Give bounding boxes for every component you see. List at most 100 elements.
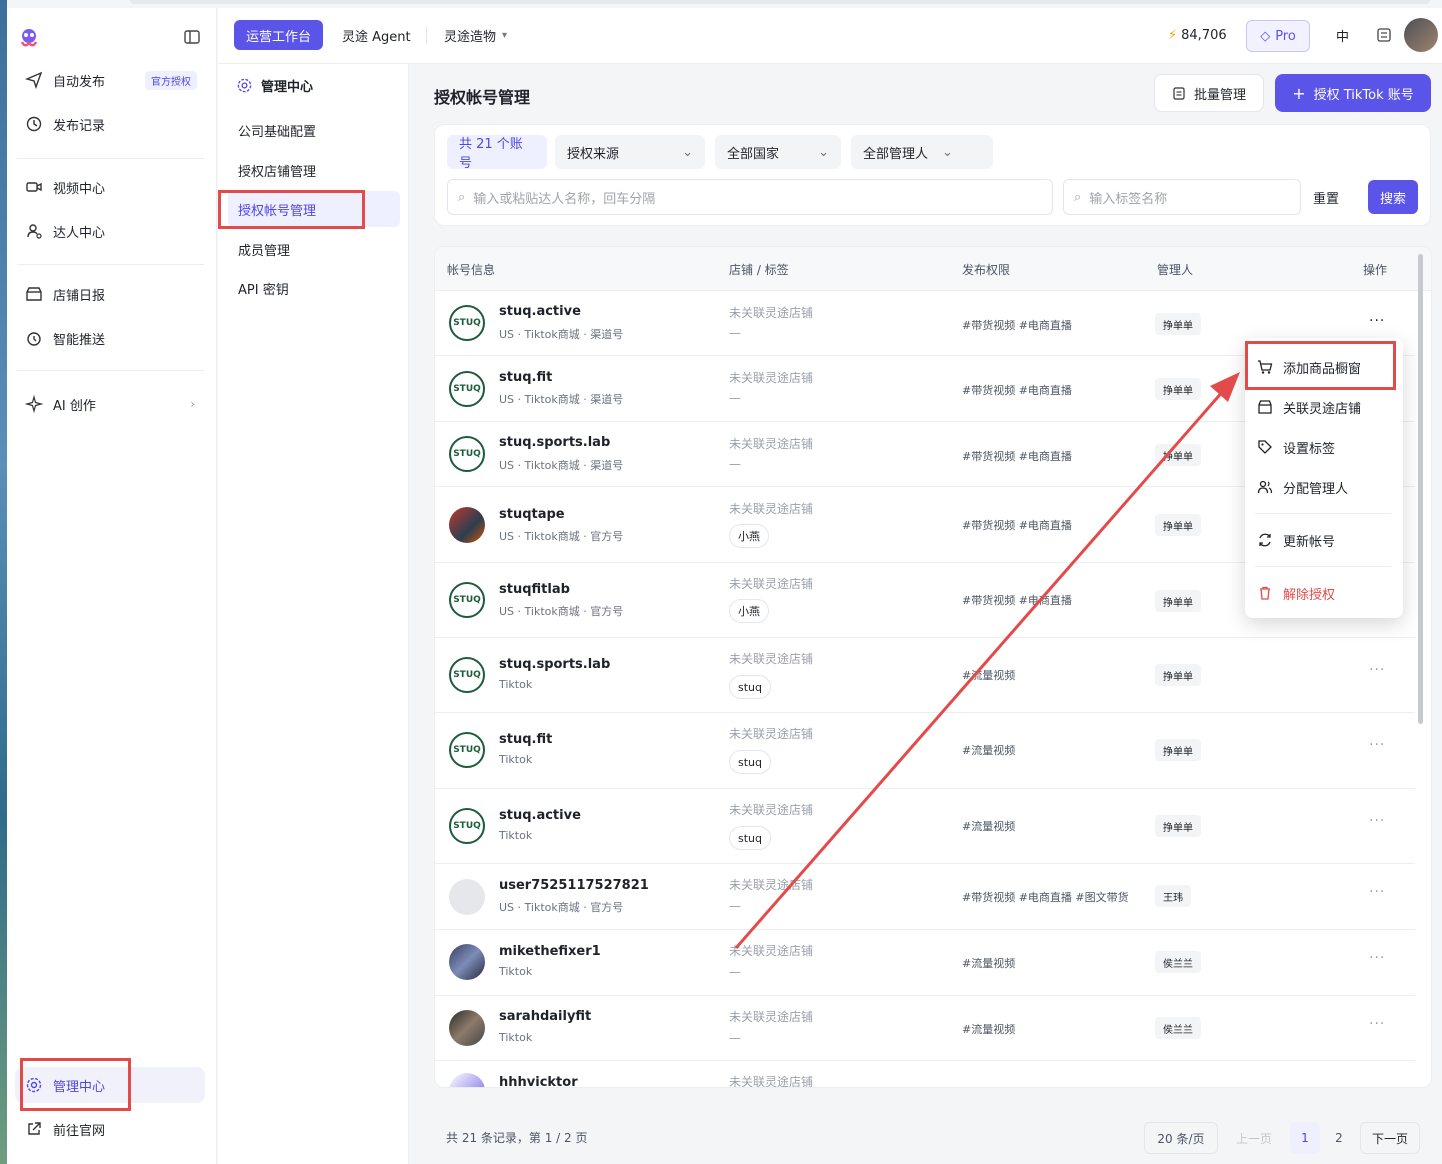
- reset-button[interactable]: 重置: [1313, 188, 1339, 207]
- nav-label: 管理中心: [53, 1079, 106, 1095]
- source-select[interactable]: 授权来源 ⌄: [555, 135, 705, 169]
- plus-icon: +: [1292, 83, 1306, 103]
- user-avatar[interactable]: [1404, 18, 1438, 52]
- page-size-select[interactable]: 20 条/页: [1144, 1122, 1218, 1154]
- users-icon: [1257, 479, 1273, 495]
- sidebar-toggle-icon[interactable]: [183, 28, 201, 46]
- store-status: 未关联灵途店铺: [729, 803, 814, 817]
- store-status: 未关联灵途店铺: [729, 437, 814, 451]
- menu-refresh-account[interactable]: 更新帐号: [1257, 525, 1397, 555]
- table-scrollbar[interactable]: [1418, 254, 1423, 724]
- country-select-label: 全部国家: [727, 146, 780, 162]
- chevron-down-icon: ⌄: [942, 144, 953, 160]
- docs-icon[interactable]: [1364, 20, 1404, 50]
- batch-manage-button[interactable]: 批量管理: [1154, 74, 1264, 112]
- menu-divider: [1255, 513, 1391, 514]
- pro-button[interactable]: ◇ Pro: [1246, 20, 1310, 52]
- language-toggle[interactable]: 中: [1324, 20, 1361, 50]
- row-actions-button[interactable]: ···: [1369, 884, 1385, 900]
- store-status: 未关联灵途店铺: [729, 371, 814, 385]
- manager-select[interactable]: 全部管理人 ⌄: [851, 135, 993, 169]
- row-actions-button[interactable]: ···: [1369, 1016, 1385, 1032]
- store-status: 未关联灵途店铺: [729, 1010, 814, 1024]
- manager-select-label: 全部管理人: [863, 146, 929, 162]
- tag-empty: —: [729, 326, 741, 340]
- submenu-company-config[interactable]: 公司基础配置: [228, 112, 400, 148]
- nav-creator-center[interactable]: 达人中心: [15, 213, 205, 249]
- nav-official-site[interactable]: 前往官网: [15, 1111, 205, 1147]
- col-publish-perm: 发布权限: [962, 263, 1011, 277]
- submenu-store-auth[interactable]: 授权店铺管理: [228, 152, 400, 188]
- search-button[interactable]: 搜索: [1368, 180, 1418, 214]
- col-account: 帐号信息: [447, 263, 496, 277]
- tag-empty: —: [729, 1031, 741, 1045]
- row-actions-button[interactable]: ···: [1369, 813, 1385, 829]
- search-icon: ⌕: [458, 189, 466, 205]
- next-page-button[interactable]: 下一页: [1360, 1122, 1420, 1154]
- publish-perms: #流量视频: [962, 820, 1016, 833]
- account-meta: Tiktok: [499, 1031, 533, 1044]
- page-title: 授权帐号管理: [434, 88, 531, 107]
- menu-add-showcase[interactable]: 添加商品橱窗: [1257, 352, 1397, 382]
- row-actions-button[interactable]: ···: [1369, 662, 1385, 678]
- manager-badge: 挣单单: [1155, 378, 1201, 400]
- page-1[interactable]: 1: [1290, 1122, 1320, 1154]
- table-row: sarahdailyfit Tiktok 未关联灵途店铺 — #流量视频 侯兰兰…: [435, 996, 1415, 1061]
- submenu-members[interactable]: 成员管理: [228, 231, 400, 267]
- row-actions-button[interactable]: ···: [1369, 313, 1385, 329]
- nav-management-center[interactable]: 管理中心: [15, 1067, 205, 1103]
- submenu-api-keys[interactable]: API 密钥: [228, 270, 400, 306]
- chevron-down-icon: ⌄: [682, 144, 693, 160]
- publish-perms: #带货视频 #电商直播: [962, 319, 1072, 332]
- account-count-chip[interactable]: 共 21 个账号: [447, 135, 547, 171]
- menu-link-store[interactable]: 关联灵途店铺: [1257, 392, 1397, 422]
- nav-publish-history[interactable]: 发布记录: [15, 106, 205, 142]
- nav-store-daily[interactable]: 店铺日报: [15, 276, 205, 312]
- authorize-tiktok-button[interactable]: + 授权 TikTok 账号: [1275, 74, 1431, 112]
- manager-badge: 侯兰兰: [1155, 951, 1201, 973]
- nav-label: 自动发布: [53, 74, 106, 90]
- creator-search-input[interactable]: ⌕ 输入或粘贴达人名称，回车分隔: [447, 179, 1053, 215]
- tag-search-input[interactable]: ⌕ 输入标签名称: [1063, 179, 1301, 215]
- manager-badge: 挣单单: [1155, 313, 1201, 335]
- tab-creation[interactable]: 灵途造物 ▾: [432, 20, 519, 50]
- menu-assign-manager[interactable]: 分配管理人: [1257, 472, 1397, 502]
- row-actions-button[interactable]: ···: [1369, 737, 1385, 753]
- nav-label: 店铺日报: [53, 288, 106, 304]
- external-link-icon: [25, 1120, 43, 1138]
- authorize-tiktok-label: 授权 TikTok 账号: [1313, 87, 1414, 103]
- nav-video-center[interactable]: 视频中心: [15, 169, 205, 205]
- account-avatar: STUQ: [449, 436, 485, 472]
- account-avatar: [449, 879, 485, 915]
- manager-badge: 挣单单: [1155, 739, 1201, 761]
- prev-page-button[interactable]: 上一页: [1228, 1122, 1280, 1154]
- menu-revoke-auth[interactable]: 解除授权: [1257, 578, 1397, 608]
- submenu-account-auth[interactable]: 授权帐号管理: [228, 191, 400, 227]
- manager-badge: 挣单单: [1155, 590, 1201, 612]
- account-avatar: [449, 944, 485, 980]
- topbar: 运营工作台 灵途 Agent 灵途造物 ▾ ⚡ 84,706 ◇ Pro 中: [218, 8, 1442, 64]
- row-actions-button[interactable]: ···: [1369, 950, 1385, 966]
- nav-smart-push[interactable]: 智能推送: [15, 320, 205, 356]
- batch-manage-label: 批量管理: [1193, 87, 1246, 103]
- account-meta: US · Tiktok商城 · 渠道号: [499, 459, 624, 472]
- nav-auto-publish[interactable]: 自动发布 官方授权: [15, 62, 205, 98]
- tab-ops-workbench[interactable]: 运营工作台: [234, 20, 324, 50]
- account-meta: Tiktok: [499, 753, 533, 766]
- manager-badge: 挣单单: [1155, 514, 1201, 536]
- tag-empty: —: [729, 965, 741, 979]
- nav-ai-create[interactable]: AI 创作 ›: [15, 386, 205, 422]
- official-badge: 官方授权: [145, 70, 197, 90]
- menu-set-tag[interactable]: 设置标签: [1257, 432, 1397, 462]
- sidebar-divider: [17, 264, 204, 265]
- table-header: 帐号信息 店铺 / 标签 发布权限 管理人 操作: [435, 247, 1431, 291]
- table-row: STUQ stuq.fit Tiktok 未关联灵途店铺 stuq #流量视频 …: [435, 713, 1415, 789]
- page-2[interactable]: 2: [1324, 1122, 1354, 1154]
- country-select[interactable]: 全部国家 ⌄: [715, 135, 841, 169]
- user-star-icon: [25, 222, 43, 240]
- account-tag: stuq: [729, 826, 771, 850]
- tab-agent[interactable]: 灵途 Agent: [330, 20, 423, 50]
- menu-label: 解除授权: [1283, 587, 1336, 603]
- account-tag: 小燕: [729, 599, 769, 623]
- account-name: stuq.sports.lab: [499, 657, 611, 672]
